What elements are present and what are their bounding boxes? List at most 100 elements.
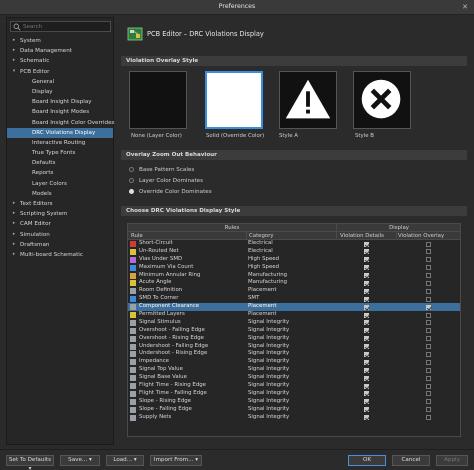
violation-details-checkbox[interactable]	[364, 273, 369, 279]
table-row[interactable]: Signal Top Value Signal Integrity	[128, 366, 460, 374]
violation-details-checkbox[interactable]	[364, 312, 369, 318]
tree-item[interactable]: ▸ System	[7, 36, 113, 46]
table-row[interactable]: Slope - Rising Edge Signal Integrity	[128, 398, 460, 406]
tree-item[interactable]: ▸ CAM Editor	[7, 219, 113, 229]
violation-details-checkbox[interactable]	[364, 288, 369, 294]
tree-item[interactable]: Models	[7, 189, 113, 199]
table-row[interactable]: Minimum Annular Ring Manufacturing	[128, 272, 460, 280]
chevron-right-icon[interactable]: ▸	[11, 209, 17, 219]
table-row[interactable]: Signal Base Value Signal Integrity	[128, 374, 460, 382]
violation-overlay-checkbox[interactable]	[426, 241, 431, 247]
close-icon[interactable]: ✕	[462, 3, 468, 11]
tree-item[interactable]: Layer Colors	[7, 179, 113, 189]
chevron-right-icon[interactable]: ▸	[11, 230, 17, 240]
violation-overlay-checkbox[interactable]	[426, 391, 431, 397]
chevron-right-icon[interactable]: ▸	[11, 240, 17, 250]
col-violation-overlay[interactable]: Violation Overlay	[398, 232, 444, 240]
ok-button[interactable]: OK	[348, 455, 386, 466]
table-row[interactable]: Un-Routed Net Electrical	[128, 248, 460, 256]
col-rule[interactable]: Rule	[131, 232, 143, 240]
apply-button[interactable]: Apply	[436, 455, 468, 466]
chevron-down-icon[interactable]: ▾	[11, 67, 17, 77]
style-none-swatch[interactable]	[129, 71, 187, 129]
style-a-swatch[interactable]	[279, 71, 337, 129]
violation-overlay-checkbox[interactable]	[426, 257, 431, 263]
violation-details-checkbox[interactable]	[364, 257, 369, 263]
violation-details-checkbox[interactable]	[364, 241, 369, 247]
table-row[interactable]: SMD To Corner SMT	[128, 295, 460, 303]
table-row[interactable]: Supply Nets Signal Integrity	[128, 414, 460, 422]
violation-details-checkbox[interactable]	[364, 328, 369, 334]
tree-item[interactable]: ▸ Draftsman	[7, 240, 113, 250]
table-row[interactable]: Room Definition Placement	[128, 287, 460, 295]
chevron-right-icon[interactable]: ▸	[11, 56, 17, 66]
chevron-right-icon[interactable]: ▸	[11, 46, 17, 56]
tree-item[interactable]: ▸ Schematic	[7, 56, 113, 66]
radio-button[interactable]	[129, 178, 134, 183]
violation-details-checkbox[interactable]	[364, 367, 369, 373]
violation-details-checkbox[interactable]	[364, 344, 369, 350]
tree-item[interactable]: DRC Violations Display	[7, 127, 113, 138]
violation-details-checkbox[interactable]	[364, 320, 369, 326]
set-to-defaults-button[interactable]: Set To Defaults ▾	[6, 455, 54, 470]
tree-item[interactable]: Interactive Routing	[7, 138, 113, 148]
table-row[interactable]: Maximum Via Count High Speed	[128, 264, 460, 272]
violation-overlay-checkbox[interactable]	[426, 383, 431, 389]
violation-overlay-checkbox[interactable]	[426, 344, 431, 350]
tree-item[interactable]: Board Insight Display	[7, 97, 113, 107]
tree-item[interactable]: ▸ Data Management	[7, 46, 113, 56]
tree-item[interactable]: Reports	[7, 168, 113, 178]
table-row[interactable]: Signal Stimulus Signal Integrity	[128, 319, 460, 327]
table-row[interactable]: Overshoot - Rising Edge Signal Integrity	[128, 335, 460, 343]
violation-details-checkbox[interactable]	[364, 415, 369, 421]
violation-overlay-checkbox[interactable]	[426, 407, 431, 413]
style-solid-swatch[interactable]	[205, 71, 263, 129]
violation-details-checkbox[interactable]	[364, 351, 369, 357]
table-row[interactable]: Vias Under SMD High Speed	[128, 256, 460, 264]
table-row[interactable]: Permitted Layers Placement	[128, 311, 460, 319]
chevron-right-icon[interactable]: ▸	[11, 219, 17, 229]
chevron-right-icon[interactable]: ▸	[11, 199, 17, 209]
radio-button[interactable]	[129, 189, 134, 194]
tree-item[interactable]: True Type Fonts	[7, 148, 113, 158]
violation-overlay-checkbox[interactable]	[426, 367, 431, 373]
tree-item[interactable]: General	[7, 77, 113, 87]
violation-details-checkbox[interactable]	[364, 383, 369, 389]
col-violation-details[interactable]: Violation Details	[340, 232, 384, 240]
violation-overlay-checkbox[interactable]	[426, 280, 431, 286]
tree-item[interactable]: ▸ Multi-board Schematic	[7, 250, 113, 260]
violation-overlay-checkbox[interactable]	[426, 359, 431, 365]
tree-item[interactable]: ▸ Scripting System	[7, 209, 113, 219]
violation-overlay-checkbox[interactable]	[426, 304, 431, 310]
violation-details-checkbox[interactable]	[364, 399, 369, 405]
chevron-right-icon[interactable]: ▸	[11, 36, 17, 46]
import-from-button[interactable]: Import From... ▾	[150, 455, 202, 466]
violation-details-checkbox[interactable]	[364, 407, 369, 413]
violation-overlay-checkbox[interactable]	[426, 336, 431, 342]
violation-details-checkbox[interactable]	[364, 265, 369, 271]
violation-details-checkbox[interactable]	[364, 375, 369, 381]
violation-overlay-checkbox[interactable]	[426, 415, 431, 421]
cancel-button[interactable]: Cancel	[392, 455, 430, 466]
tree-item[interactable]: Defaults	[7, 158, 113, 168]
violation-overlay-checkbox[interactable]	[426, 351, 431, 357]
tree-item[interactable]: Board Insight Modes	[7, 107, 113, 117]
violation-overlay-checkbox[interactable]	[426, 273, 431, 279]
table-row[interactable]: Undershoot - Falling Edge Signal Integrit…	[128, 343, 460, 351]
violation-details-checkbox[interactable]	[364, 296, 369, 302]
chevron-right-icon[interactable]: ▸	[11, 250, 17, 260]
violation-details-checkbox[interactable]	[364, 359, 369, 365]
table-row[interactable]: Flight Time - Rising Edge Signal Integrit…	[128, 382, 460, 390]
violation-details-checkbox[interactable]	[364, 391, 369, 397]
save-button[interactable]: Save... ▾	[60, 455, 100, 466]
table-row[interactable]: Undershoot - Rising Edge Signal Integrity	[128, 350, 460, 358]
search-box[interactable]	[10, 21, 111, 32]
violation-overlay-checkbox[interactable]	[426, 296, 431, 302]
violation-overlay-checkbox[interactable]	[426, 328, 431, 334]
violation-details-checkbox[interactable]	[364, 304, 369, 310]
search-input[interactable]	[23, 23, 109, 31]
violation-overlay-checkbox[interactable]	[426, 375, 431, 381]
table-row[interactable]: Impedance Signal Integrity	[128, 358, 460, 366]
violation-overlay-checkbox[interactable]	[426, 312, 431, 318]
violation-overlay-checkbox[interactable]	[426, 249, 431, 255]
